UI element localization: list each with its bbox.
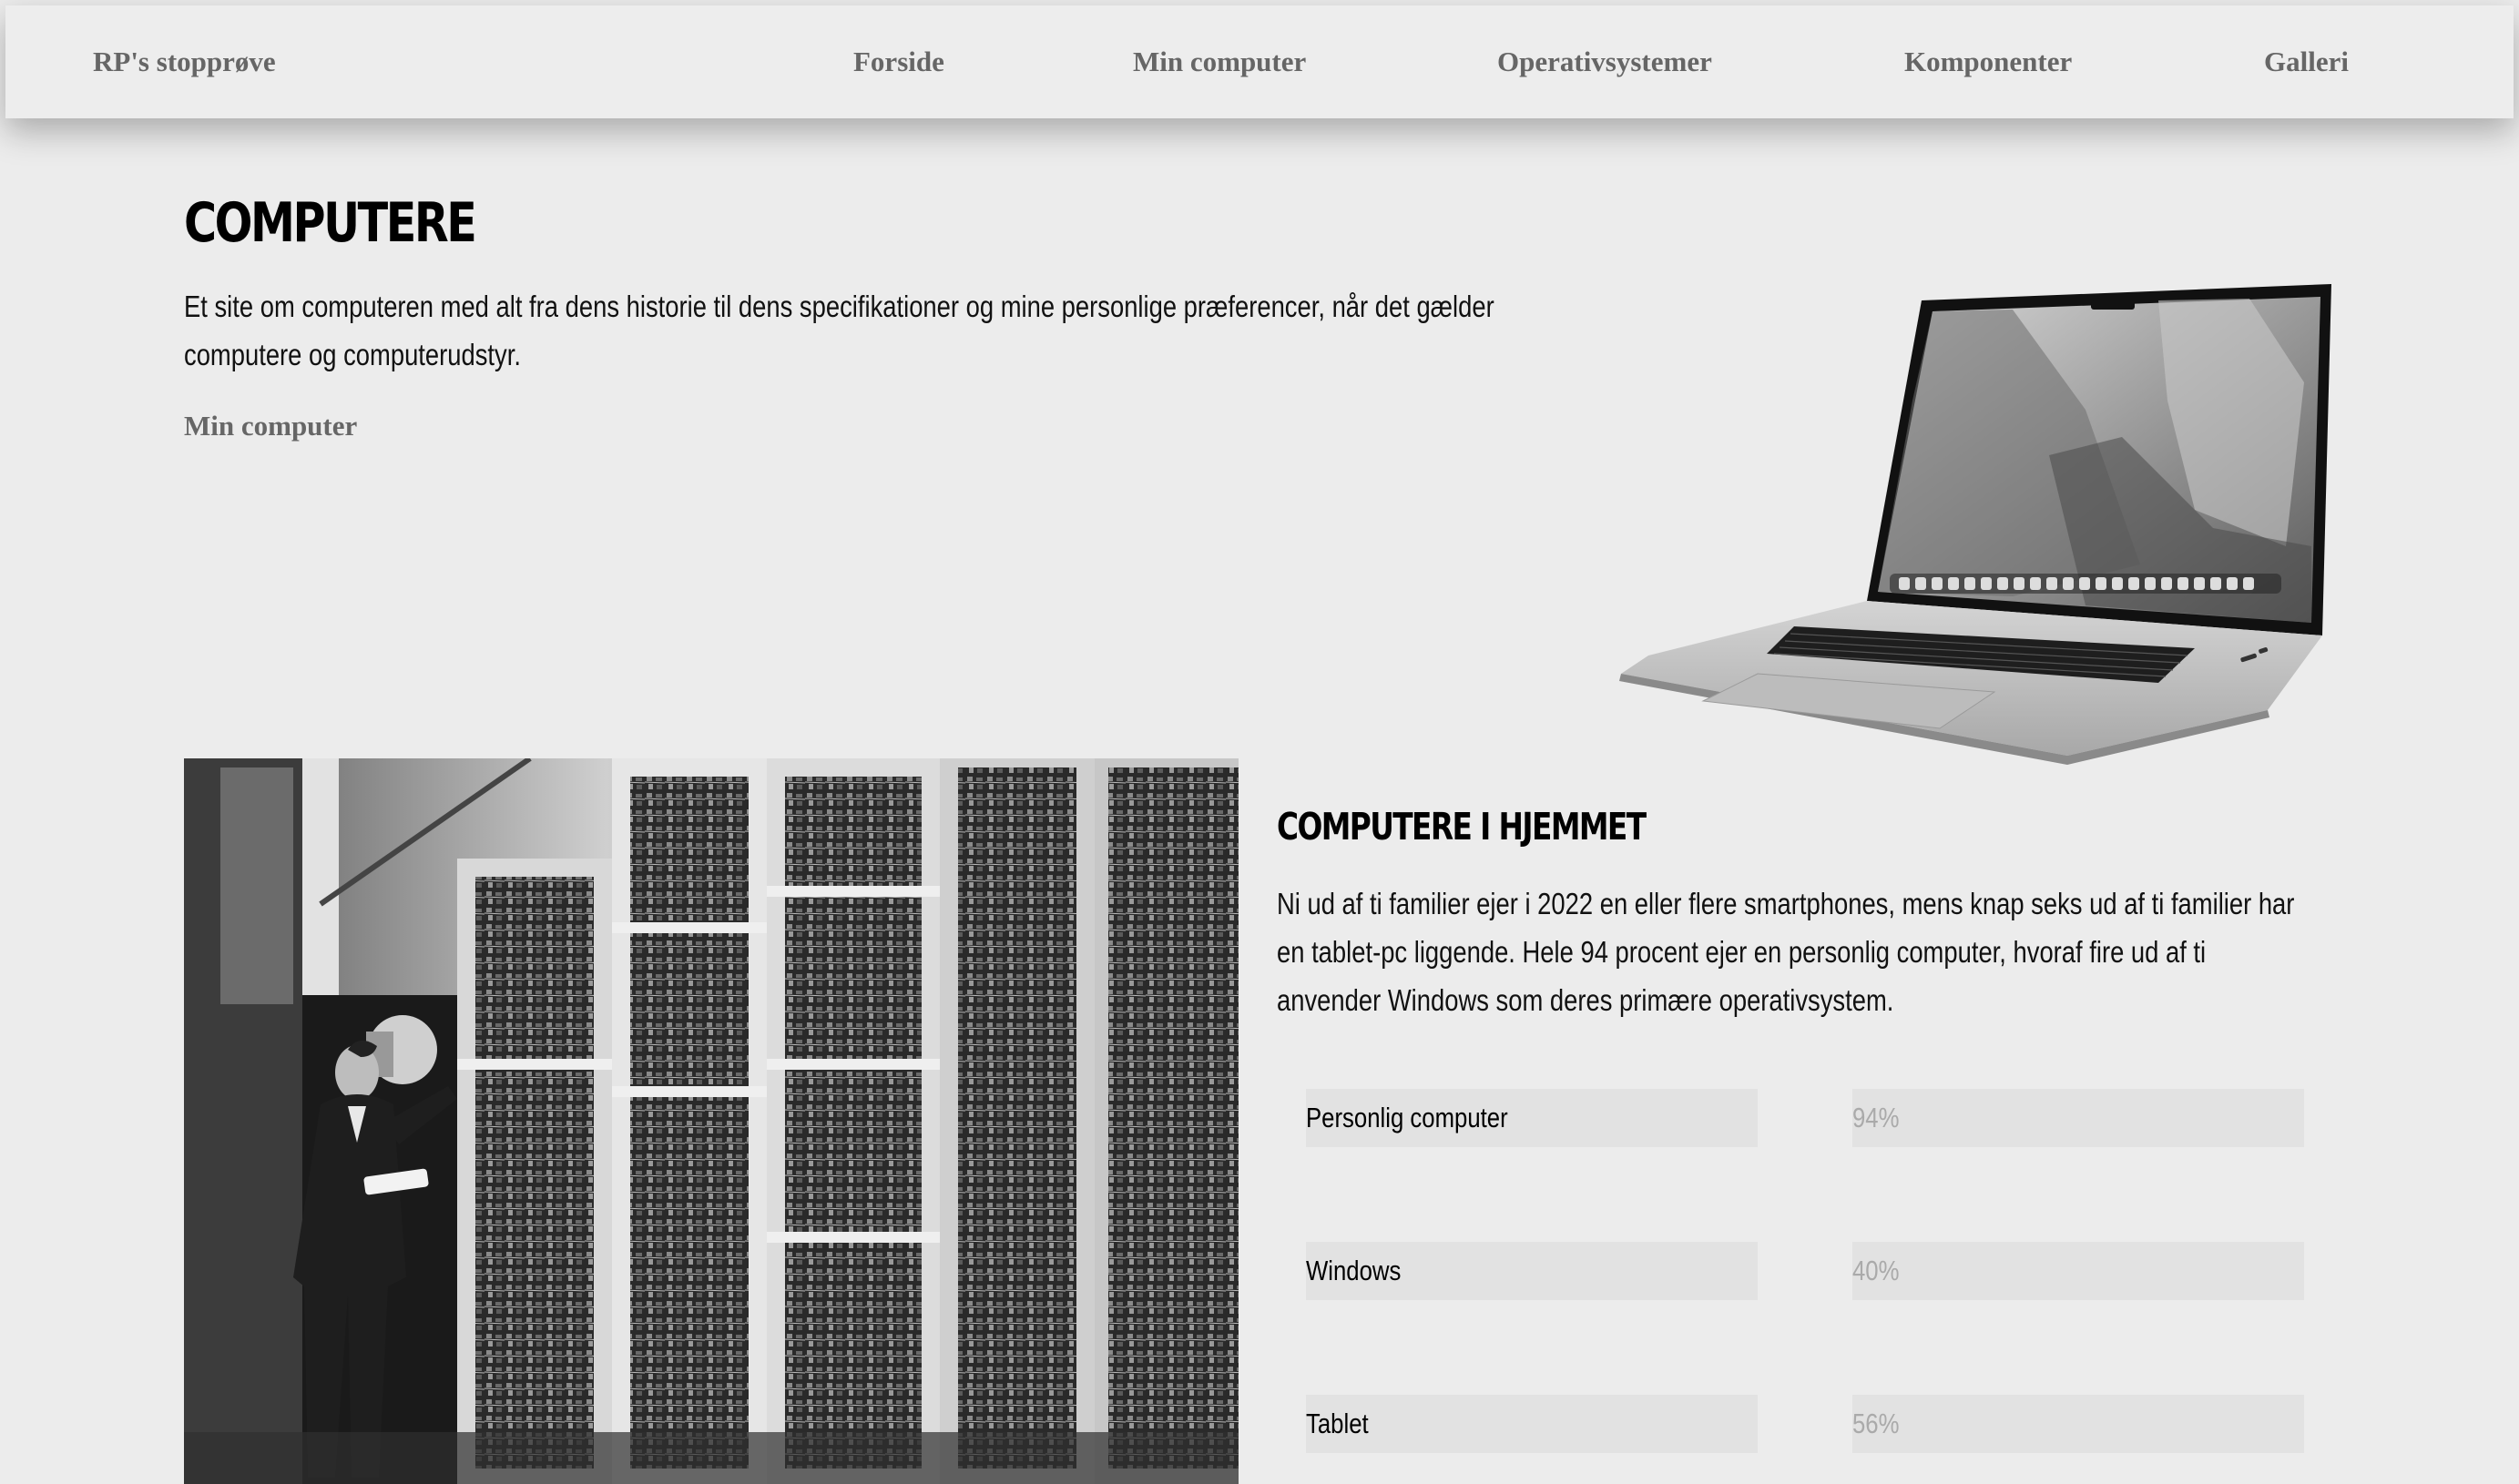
stat-label: Personlig computer [1306,1102,1508,1133]
stat-value: 56% [1852,1408,1900,1439]
stat-label-box: Windows [1306,1242,1758,1300]
min-computer-link[interactable]: Min computer [184,410,357,442]
stat-value: 94% [1852,1102,1900,1133]
stat-value: 40% [1852,1255,1900,1286]
stat-row-tablet: Tablet 56% [1306,1395,2306,1453]
stat-progress-bar: 56% [1852,1395,2304,1453]
section-description: Ni ud af ti familier ejer i 2022 en elle… [1277,887,2295,1017]
mainframe-photo [184,758,1239,1484]
stat-progress-bar: 40% [1852,1242,2304,1300]
hero-description: Et site om computeren med alt fra dens h… [184,290,1494,371]
stat-row-personal-computer: Personlig computer 94% [1306,1089,2306,1147]
nav-link-forside[interactable]: Forside [853,5,944,118]
stat-progress-bar: 94% [1852,1089,2304,1147]
nav-link-galleri[interactable]: Galleri [2264,5,2349,118]
stat-row-windows: Windows 40% [1306,1242,2306,1300]
stat-label-box: Tablet [1306,1395,1758,1453]
stat-progress-fill [1852,1089,2278,1147]
page-title: COMPUTERE [184,191,477,255]
stat-label: Tablet [1306,1408,1369,1439]
stat-label: Windows [1306,1255,1402,1286]
nav-link-komponenter[interactable]: Komponenter [1904,5,2072,118]
site-brand[interactable]: RP's stopprøve [93,5,276,118]
laptop-image [1619,284,2331,765]
nav-link-min-computer[interactable]: Min computer [1133,5,1306,118]
nav-link-operativsystemer[interactable]: Operativsystemer [1497,5,1712,118]
top-navbar: RP's stopprøve Forside Min computer Oper… [5,5,2514,118]
section-title: COMPUTERE I HJEMMET [1277,805,1647,849]
stat-label-box: Personlig computer [1306,1089,1758,1147]
